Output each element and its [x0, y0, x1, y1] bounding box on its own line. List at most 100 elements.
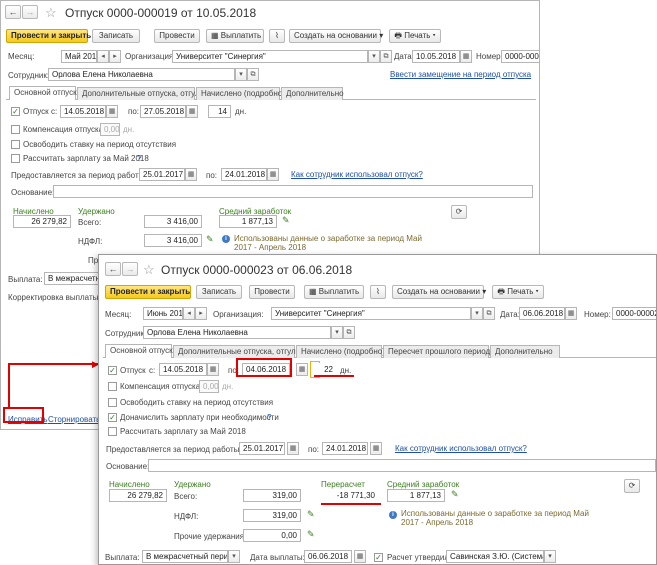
tab-main-vacation[interactable]: Основной отпуск [9, 86, 77, 100]
create-based-button[interactable]: Создать на основании ▾ [289, 29, 383, 43]
calc-salary-checkbox[interactable] [11, 154, 20, 163]
org-dropdown-button-2[interactable]: ▾ [471, 307, 483, 320]
employee-field-2[interactable]: Орлова Елена Николаевна [143, 326, 331, 339]
free-rate-checkbox[interactable] [11, 140, 20, 149]
calendar-icon[interactable]: ▦ [460, 50, 472, 63]
employee-dropdown-button[interactable]: ▾ [235, 68, 247, 81]
period-to-field-2[interactable]: 24.01.2018 [322, 442, 368, 455]
calendar-icon-2[interactable]: ▦ [565, 307, 577, 320]
post-button-2[interactable]: Провести [249, 285, 295, 299]
storno-link[interactable]: Сторнировать [48, 415, 100, 424]
extra-accrual-checkbox[interactable]: ✓ [108, 413, 117, 422]
ndfl-field-2[interactable]: 319,00 [243, 509, 301, 522]
month-increase-button[interactable]: ▸ [109, 50, 121, 63]
tab-main-vacation-2[interactable]: Основной отпуск [105, 344, 173, 358]
payment-field[interactable]: В межрасчетный [44, 272, 99, 285]
org-field-2[interactable]: Университет "Синергия" [271, 307, 471, 320]
back-button-2[interactable]: ← [105, 262, 121, 276]
compensation-days-field[interactable]: 0,00 [100, 123, 120, 136]
calc-salary-checkbox-2[interactable] [108, 427, 117, 436]
period-to-calendar-icon-2[interactable]: ▦ [370, 442, 382, 455]
month-decrease-button-2[interactable]: ◂ [183, 307, 195, 320]
print-button[interactable]: 🖶 Печать ▾ [389, 29, 441, 43]
tab-additional-2[interactable]: Дополнительно [490, 345, 560, 358]
edit-other-pencil-icon[interactable]: ✎ [307, 529, 315, 540]
vacation-usage-link[interactable]: Как сотрудник использовал отпуск? [291, 170, 423, 179]
payment-dropdown-button[interactable]: ▾ [228, 550, 240, 563]
free-rate-checkbox-2[interactable] [108, 398, 117, 407]
ndfl-field[interactable]: 3 416,00 [144, 234, 202, 247]
month-field[interactable]: Май 2018 [61, 50, 97, 63]
employee-open-button[interactable]: ⧉ [247, 68, 259, 81]
tab-additional-vacations[interactable]: Дополнительные отпуска, отгулы [77, 87, 205, 100]
payment-field-2[interactable]: В межрасчетный период [142, 550, 228, 563]
post-button[interactable]: Провести [154, 29, 200, 43]
print-button-2[interactable]: 🖶 Печать ▾ [492, 285, 544, 299]
month-decrease-button[interactable]: ◂ [97, 50, 109, 63]
save-button-2[interactable]: Записать [196, 285, 242, 299]
compensation-checkbox-2[interactable] [108, 382, 117, 391]
edit-avg-pencil-icon-2[interactable]: ✎ [451, 489, 459, 500]
from-calendar-icon[interactable]: ▦ [106, 105, 118, 118]
number-field-2[interactable]: 0000-000023 [612, 307, 656, 320]
period-from-field-2[interactable]: 25.01.2017 [239, 442, 285, 455]
from-calendar-icon-2[interactable]: ▦ [207, 363, 219, 376]
vacation-usage-link-2[interactable]: Как сотрудник использовал отпуск? [395, 444, 527, 453]
edit-ndfl-pencil-icon[interactable]: ✎ [307, 509, 315, 520]
favorite-star-icon-2[interactable]: ☆ [143, 263, 155, 276]
to-calendar-icon-2[interactable]: ▦ [296, 363, 308, 376]
vacation-checkbox-2[interactable]: ✓ [108, 366, 117, 375]
month-field-2[interactable]: Июнь 2018 [143, 307, 183, 320]
help-icon[interactable]: ? [137, 154, 141, 163]
month-increase-button-2[interactable]: ▸ [195, 307, 207, 320]
basis-field-2[interactable] [148, 459, 656, 472]
org-open-button-2[interactable]: ⧉ [483, 307, 495, 320]
pay-button-2[interactable]: ▦ Выплатить [304, 285, 364, 299]
tab-recalc-past-period[interactable]: Пересчет прошлого периода [383, 345, 495, 358]
org-open-button[interactable]: ⧉ [380, 50, 392, 63]
post-and-close-button[interactable]: Провести и закрыть [6, 29, 91, 43]
other-field-2[interactable]: 0,00 [243, 529, 301, 542]
employee-open-button-2[interactable]: ⧉ [343, 326, 355, 339]
period-from-field[interactable]: 25.01.2017 [139, 168, 185, 181]
org-dropdown-button[interactable]: ▾ [368, 50, 380, 63]
org-field[interactable]: Университет "Синергия" [172, 50, 368, 63]
pay-date-calendar-icon[interactable]: ▦ [354, 550, 366, 563]
basis-field[interactable] [53, 185, 533, 198]
compensation-checkbox[interactable] [11, 125, 20, 134]
refresh-button[interactable]: ⟳ [451, 205, 467, 219]
tab-additional[interactable]: Дополнительно [281, 87, 344, 100]
employee-field[interactable]: Орлова Елена Николаевна [48, 68, 235, 81]
compensation-days-field-2[interactable]: 0,00 [199, 380, 219, 393]
period-from-calendar-icon[interactable]: ▦ [185, 168, 197, 181]
help-icon-2[interactable]: ? [267, 413, 271, 422]
to-calendar-icon[interactable]: ▦ [186, 105, 198, 118]
favorite-star-icon[interactable]: ☆ [45, 6, 57, 19]
attach-button[interactable]: ⌇ [269, 29, 285, 43]
to-date-field[interactable]: 27.05.2018 [140, 105, 186, 118]
edit-avg-pencil-icon[interactable]: ✎ [282, 215, 290, 226]
number-field[interactable]: 0000-000019 [501, 50, 539, 63]
forward-button-2[interactable]: → [122, 262, 138, 276]
date-field-2[interactable]: 06.06.2018 [519, 307, 565, 320]
forward-button[interactable]: → [22, 5, 38, 19]
refresh-button-2[interactable]: ⟳ [624, 479, 640, 493]
attach-button-2[interactable]: ⌇ [370, 285, 386, 299]
tab-accrued-detail-2[interactable]: Начислено (подробно) [296, 345, 385, 358]
pay-button[interactable]: ▦ Выплатить [206, 29, 264, 43]
tab-accrued-detail[interactable]: Начислено (подробно) [196, 87, 285, 100]
approved-by-field[interactable]: Савинская З.Ю. (Система [446, 550, 544, 563]
approved-dropdown-button[interactable]: ▾ [544, 550, 556, 563]
date-field[interactable]: 10.05.2018 [412, 50, 460, 63]
period-to-calendar-icon[interactable]: ▦ [267, 168, 279, 181]
back-button[interactable]: ← [5, 5, 21, 19]
pay-date-field[interactable]: 06.06.2018 [304, 550, 352, 563]
edit-pencil-icon[interactable]: ✎ [206, 234, 214, 245]
post-and-close-button-2[interactable]: Провести и закрыть [105, 285, 191, 299]
create-based-button-2[interactable]: Создать на основании ▾ [392, 285, 486, 299]
days-field[interactable]: 14 [208, 105, 231, 118]
from-date-field-2[interactable]: 14.05.2018 [159, 363, 207, 376]
from-date-field[interactable]: 14.05.2018 [60, 105, 106, 118]
period-to-field[interactable]: 24.01.2018 [221, 168, 267, 181]
employee-dropdown-button-2[interactable]: ▾ [331, 326, 343, 339]
